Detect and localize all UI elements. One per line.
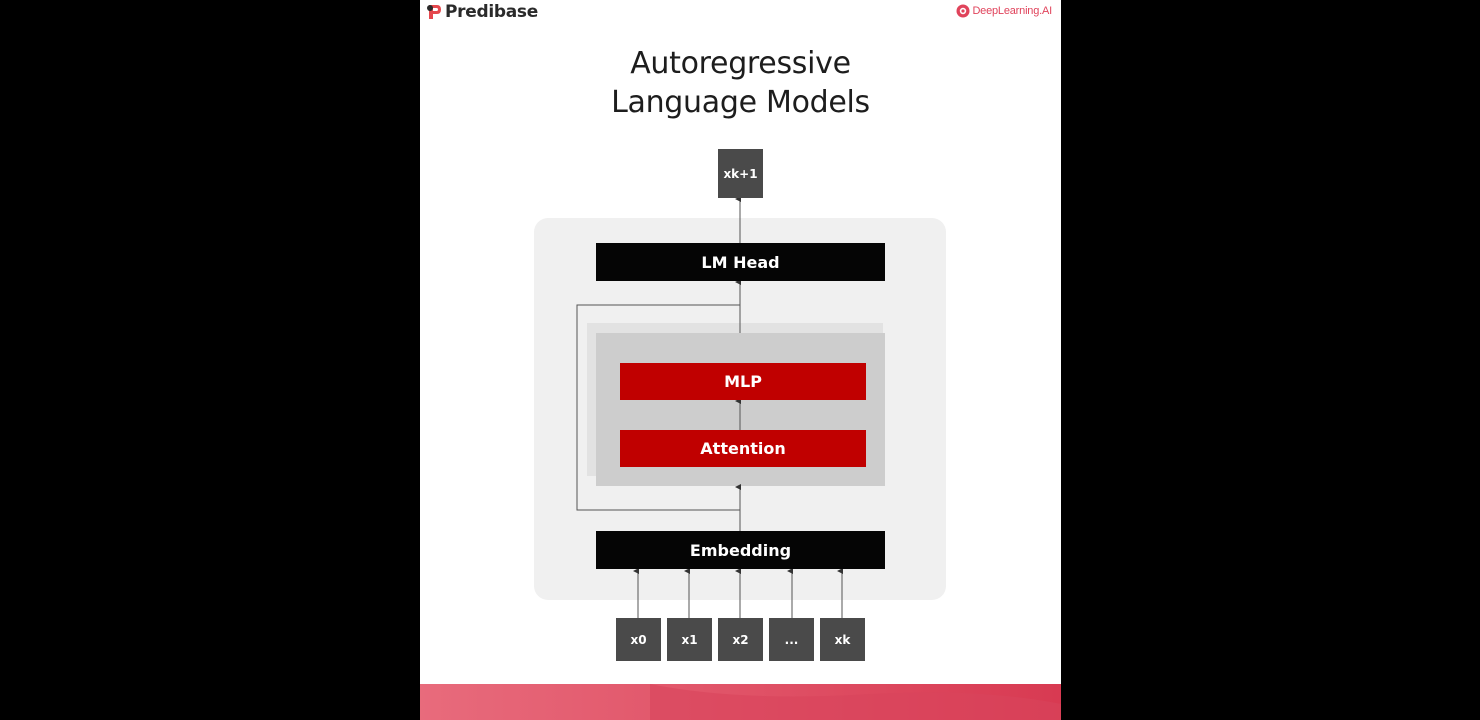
output-token: xk+1 [718,149,763,198]
input-token: ... [769,618,814,661]
predibase-logo-text: Predibase [445,2,538,22]
embedding-block: Embedding [596,531,885,569]
lm-head-block: LM Head [596,243,885,281]
deeplearning-ai-logo-icon [956,4,970,18]
predibase-logo-icon [427,5,441,19]
slide-title: Autoregressive Language Models [420,44,1061,122]
input-token: x0 [616,618,661,661]
footer-wave [420,684,1061,720]
predibase-logo: Predibase [426,1,538,23]
input-token: x2 [718,618,763,661]
mlp-block: MLP [620,363,866,400]
input-token: xk [820,618,865,661]
attention-block: Attention [620,430,866,467]
deeplearning-ai-logo: DeepLearning.AI [956,3,1052,19]
deeplearning-ai-logo-text: DeepLearning.AI [972,5,1052,17]
slide: Predibase DeepLearning.AI Autoregressive… [420,0,1061,720]
title-line-1: Autoregressive [630,46,851,81]
input-token: x1 [667,618,712,661]
title-line-2: Language Models [611,85,870,120]
